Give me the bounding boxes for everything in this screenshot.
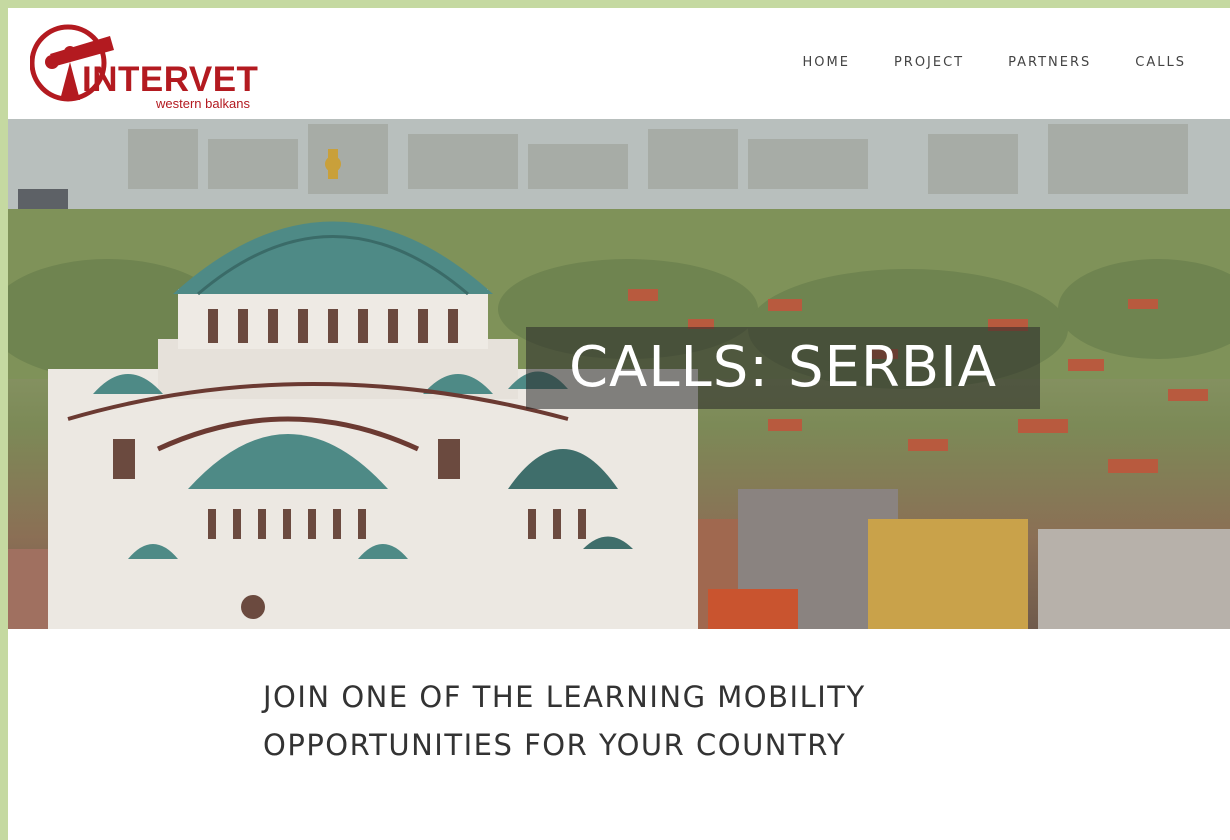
nav-item-partners[interactable]: PARTNERS	[1008, 55, 1091, 70]
hero-title-box: CALLS: SERBIA	[526, 327, 1040, 409]
site-header: INTERVET western balkans HOME PROJECT PA…	[8, 8, 1230, 119]
nav-item-calls[interactable]: CALLS	[1135, 55, 1186, 70]
logo-subtitle: western balkans	[156, 96, 250, 111]
main-nav: HOME PROJECT PARTNERS CALLS	[803, 55, 1187, 70]
section-heading: JOIN ONE OF THE LEARNING MOBILITY OPPORT…	[263, 680, 866, 762]
nav-item-project[interactable]: PROJECT	[894, 55, 964, 70]
nav-item-home[interactable]: HOME	[803, 55, 850, 70]
hero-title: CALLS: SERBIA	[568, 335, 998, 400]
logo-wordmark: INTERVET	[82, 60, 259, 99]
site-logo[interactable]: INTERVET western balkans	[30, 20, 260, 110]
hero-banner: CALLS: SERBIA	[8, 119, 1230, 629]
page-frame: INTERVET western balkans HOME PROJECT PA…	[8, 8, 1230, 840]
